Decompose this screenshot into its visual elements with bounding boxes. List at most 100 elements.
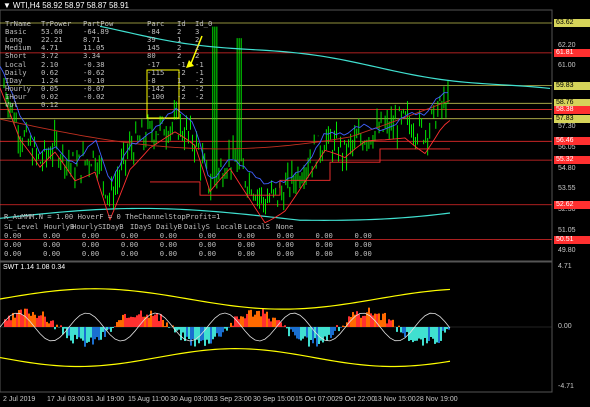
price-level-label: 63.62 [554, 18, 590, 27]
swt-bar [446, 327, 448, 330]
swt-bar [380, 320, 382, 327]
swt-bar [376, 313, 378, 327]
sl-column-header: DailyS [184, 222, 210, 231]
swt-bar [42, 311, 44, 327]
table-cell: -100 [147, 91, 165, 101]
swt-bar [82, 327, 84, 341]
swt-bar [434, 327, 436, 344]
swt-bar [432, 327, 434, 339]
time-axis-label: 15 Oct 07:00 [295, 396, 336, 403]
swt-bar [364, 315, 366, 327]
price-scale-tick: 53.55 [558, 185, 576, 193]
swt-upper-envelope [0, 288, 451, 310]
swt-bar [438, 327, 440, 344]
swt-bar [72, 327, 74, 344]
swt-bar [50, 320, 52, 327]
table-cell: -2 [195, 91, 204, 101]
swt-bar [290, 327, 292, 330]
swt-bar [22, 315, 24, 327]
swt-bar [190, 327, 192, 346]
swt-bar [36, 317, 38, 327]
swt-bar [128, 317, 130, 327]
swt-bar [162, 319, 164, 327]
swt-bar [14, 317, 16, 327]
swt-bar [18, 310, 20, 327]
swt-bar [64, 327, 66, 329]
swt-bar [70, 327, 72, 341]
sl-column-header: IDayS [130, 222, 152, 231]
swt-bar [442, 327, 444, 331]
swt-bar [118, 320, 120, 327]
triangle-down-icon[interactable]: ▼ [3, 1, 11, 10]
swt-bar [424, 327, 426, 338]
time-axis-label: 13 Nov 15:00 [374, 396, 416, 403]
swt-bar [296, 327, 298, 339]
sl-column-header: DailyB [156, 222, 182, 231]
swt-bar [232, 325, 234, 327]
swt-bar [292, 327, 294, 332]
swt-bar [336, 325, 338, 327]
swt-bar [244, 318, 246, 327]
swt-bar [426, 327, 428, 344]
swt-bar [316, 327, 318, 347]
swt-bar [340, 327, 342, 328]
price-level-label: 52.62 [554, 200, 590, 209]
swt-bar [282, 326, 284, 327]
swt-bar [342, 325, 344, 327]
swt-bar [112, 327, 114, 329]
table-cell: 0.12 [41, 100, 59, 109]
swt-bar [222, 327, 224, 333]
swt-bar [368, 307, 370, 327]
time-axis-label: 15 Aug 11:00 [128, 396, 169, 403]
symbol-header[interactable]: ▼ WTI,H4 58.92 58.97 58.87 58.91 [3, 1, 129, 10]
swt-bar [192, 327, 194, 340]
time-axis-label: 31 Jul 19:00 [86, 396, 125, 403]
swt-bar [230, 322, 232, 327]
annotation-arrow-head [186, 60, 194, 68]
price-level-label: 59.83 [554, 81, 590, 90]
swt-bar [328, 327, 330, 335]
swt-bar [444, 327, 446, 333]
swt-bar [74, 327, 76, 335]
swt-bar [310, 327, 312, 340]
price-level-label: 55.32 [554, 156, 590, 165]
swt-bar [334, 327, 336, 331]
swt-bar [40, 315, 42, 327]
time-axis-label: 13 Sep 23:00 [210, 396, 252, 403]
time-axis-label: 30 Sep 15:00 [253, 396, 295, 403]
swt-bar [284, 325, 286, 327]
swt-bar [122, 314, 124, 327]
swt-bar [194, 327, 196, 347]
swt-bar [208, 327, 210, 344]
swt-bar [300, 327, 302, 341]
sl-column-header: LocalB [216, 222, 242, 231]
swt-bar [428, 327, 430, 341]
swt-indicator-title: SWT 1.14 1.08 0.34 [3, 264, 66, 271]
swt-bar [10, 320, 12, 327]
swt-bar [44, 316, 46, 327]
aqua-upper-band [99, 25, 551, 90]
swt-bar [288, 327, 290, 337]
swt-bar [52, 320, 54, 327]
swt-bar [382, 313, 384, 327]
swt-bar [362, 315, 364, 327]
swt-scale-tick: -4.71 [558, 383, 574, 390]
swt-bar [440, 327, 442, 341]
swt-bar [150, 310, 152, 327]
swt-bar [258, 310, 260, 327]
swt-bar [246, 313, 248, 327]
swt-bar [114, 326, 116, 327]
sl-zero-row-3: 0.00 0.00 0.00 0.00 0.00 0.00 0.00 0.00 … [4, 249, 372, 258]
swt-bar [250, 309, 252, 327]
swt-bar [134, 317, 136, 327]
swt-bar [168, 327, 170, 328]
swt-bar [186, 327, 188, 337]
time-axis-label: 17 Jul 03:00 [47, 396, 86, 403]
swt-bar [420, 327, 422, 340]
swt-bar [304, 327, 306, 337]
swt-indicator-window [0, 261, 553, 393]
red-trend-line [0, 87, 451, 224]
swt-bar [126, 317, 128, 327]
swt-bar [110, 327, 112, 332]
swt-bar [410, 327, 412, 341]
